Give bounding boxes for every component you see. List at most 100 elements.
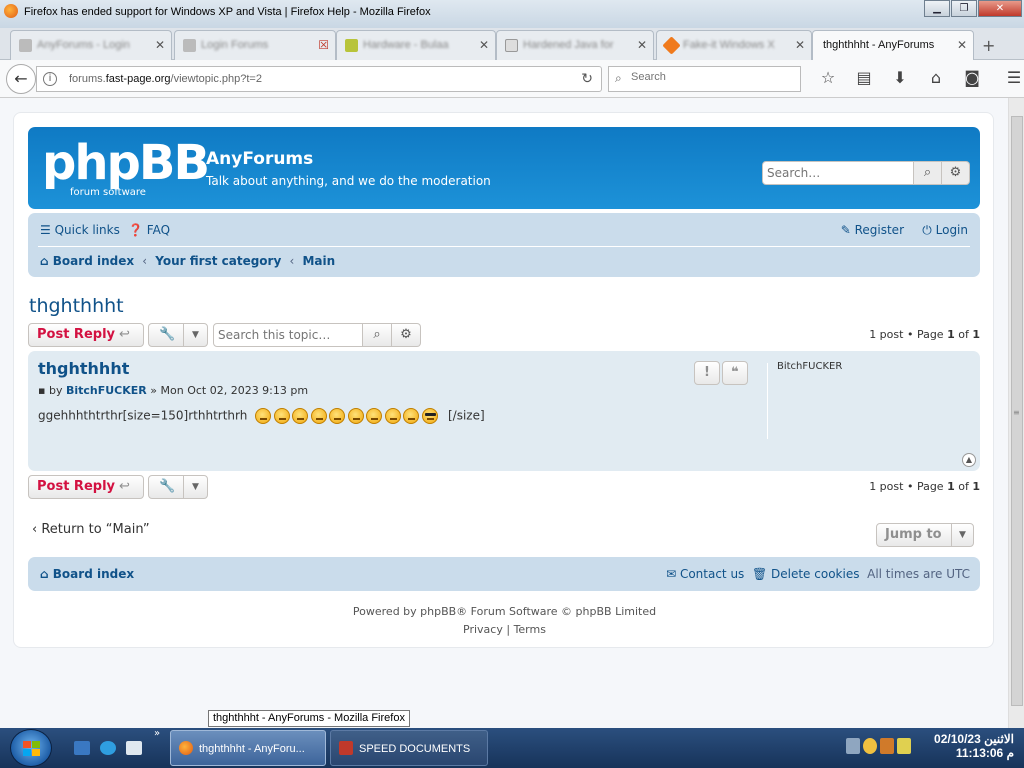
smiley-icon [273, 408, 290, 424]
post-reply-button[interactable]: Post Reply ↩ [28, 475, 144, 499]
post-reply-button[interactable]: Post Reply ↩ [28, 323, 144, 347]
terms-link[interactable]: Terms [514, 623, 546, 636]
post-date: Mon Oct 02, 2023 9:13 pm [160, 384, 309, 397]
browser-tab[interactable]: Fake-it Windows X ✕ [656, 30, 812, 60]
forum-header: phpBB forum software AnyForums Talk abou… [28, 127, 980, 209]
privacy-link[interactable]: Privacy [463, 623, 503, 636]
wrench-icon: 🔧 [159, 327, 176, 342]
topic-search-input[interactable] [213, 323, 363, 347]
nav-block: ☰ Quick links ❓ FAQ ✎ Register ⏻ Login ⌂… [28, 213, 980, 277]
jump-to-dropdown[interactable]: Jump to ▼ [876, 523, 974, 547]
search-button[interactable]: ⌕ [914, 161, 942, 185]
page-scrollbar[interactable]: ≡ [1008, 98, 1024, 728]
taskbar-firefox-window[interactable]: thghthhht - AnyForu... [170, 730, 326, 766]
header-search-input[interactable] [762, 161, 914, 185]
window-controls: ▁ ❐ ✕ [923, 0, 1022, 17]
faq-label: FAQ [146, 223, 171, 237]
browser-tab[interactable]: AnyForums - Login ✕ [10, 30, 172, 60]
menu-hamburger-icon[interactable]: ☰ [996, 68, 1024, 87]
maximize-button[interactable]: ❐ [951, 0, 977, 17]
tab-close-icon[interactable]: ✕ [637, 38, 647, 52]
start-button[interactable] [10, 729, 52, 767]
bookmark-star-icon[interactable]: ☆ [810, 68, 846, 87]
tab-favicon-icon [19, 39, 32, 52]
quick-launch-more-icon[interactable]: » [154, 728, 160, 739]
topic-advanced-search-button[interactable]: ⚙ [392, 323, 421, 347]
breadcrumb-category[interactable]: Your first category [155, 254, 281, 268]
browser-tab[interactable]: Login Forums ☒ [174, 30, 336, 60]
network-icon[interactable] [846, 738, 860, 754]
topic-title[interactable]: thghthhht [29, 295, 124, 317]
breadcrumb-forum[interactable]: Main [302, 254, 335, 268]
quote-icon: ❝ [731, 365, 739, 380]
pagination: 1 post • Page 1 of 1 [869, 480, 980, 493]
download-icon[interactable]: ⬇ [882, 68, 918, 87]
browser-tab[interactable]: Hardened Java for ✕ [496, 30, 654, 60]
tray-tool-icon[interactable] [897, 738, 911, 754]
system-clock[interactable]: الاثنين 02/10/23 11:13:06 م [934, 732, 1014, 760]
return-to-forum-link[interactable]: ‹ Return to “Main” [32, 522, 150, 537]
window-title-bar[interactable]: Firefox has ended support for Windows XP… [0, 0, 1024, 28]
show-desktop-icon[interactable] [74, 741, 90, 755]
page-label: Page [916, 480, 944, 493]
quick-links-menu[interactable]: ☰ Quick links [40, 223, 120, 237]
url-text[interactable]: forums.fast-page.org/viewtopic.php?t=2 [69, 73, 262, 85]
reading-list-icon[interactable]: ▤ [846, 68, 882, 87]
delete-cookies-link[interactable]: 🗑 Delete cookies [752, 567, 860, 581]
quote-button[interactable]: ❝ [722, 361, 748, 385]
faq-link[interactable]: ❓ FAQ [128, 223, 170, 237]
smiley-icon [384, 408, 401, 424]
breadcrumb-board-index[interactable]: Board index [53, 254, 134, 268]
tab-favicon-icon [505, 39, 518, 52]
smiley-icon [329, 408, 346, 424]
search-icon: ⌕ [373, 327, 381, 342]
tab-label: AnyForums - Login [37, 39, 130, 51]
chevron-left-icon: ‹ [142, 254, 148, 268]
link-separator: | [506, 623, 511, 636]
post-author-link[interactable]: BitchFUCKER [66, 384, 147, 397]
browser-search-input[interactable] [631, 71, 791, 83]
login-link[interactable]: ⏻ Login [922, 223, 968, 238]
internet-explorer-icon[interactable] [100, 741, 116, 755]
page-of: of [958, 328, 969, 341]
topic-search-button[interactable]: ⌕ [363, 323, 392, 347]
tab-close-icon[interactable]: ✕ [479, 38, 489, 52]
trash-icon: 🗑 [751, 567, 768, 581]
tray-app-icon[interactable] [863, 738, 877, 754]
reload-icon[interactable]: ↻ [581, 71, 593, 87]
contact-us-link[interactable]: ✉ Contact us [666, 567, 744, 581]
info-icon[interactable]: i [43, 72, 57, 86]
advanced-search-button[interactable]: ⚙ [942, 161, 970, 185]
new-tab-plus-icon[interactable]: + [982, 36, 995, 55]
document-icon[interactable] [126, 741, 142, 755]
browser-tab-active[interactable]: thghthhht - AnyForums ✕ [812, 30, 974, 60]
post-file-icon[interactable]: ▪ [38, 384, 45, 397]
browser-search-field[interactable]: ⌕ [608, 66, 801, 92]
minimize-button[interactable]: ▁ [924, 0, 950, 17]
register-link[interactable]: ✎ Register [841, 223, 904, 237]
home-icon[interactable]: ⌂ [918, 68, 954, 87]
post-title[interactable]: thghthhht [38, 359, 129, 378]
topic-tools-button[interactable]: 🔧 ▼ [148, 323, 208, 347]
back-button[interactable]: ← [6, 64, 36, 94]
phpbb-logo[interactable]: phpBB forum software [42, 137, 210, 198]
tab-close-icon[interactable]: ☒ [318, 38, 329, 52]
back-to-top-icon[interactable]: ▲ [962, 453, 976, 467]
post-author-line: ▪ by BitchFUCKER » Mon Oct 02, 2023 9:13… [38, 384, 309, 397]
edit-icon: ✎ [840, 223, 851, 237]
footer-board-index[interactable]: ⌂ Board index [40, 567, 134, 581]
tab-close-icon[interactable]: ✕ [957, 38, 967, 52]
post-profile-username[interactable]: BitchFUCKER [777, 361, 842, 372]
url-bar[interactable]: i forums.fast-page.org/viewtopic.php?t=2… [36, 66, 602, 92]
browser-tab[interactable]: Hardware - Bulaa ✕ [336, 30, 496, 60]
pocket-icon[interactable]: ◙ [954, 68, 990, 87]
scrollbar-grip-icon: ≡ [1013, 408, 1020, 417]
topic-tools-button[interactable]: 🔧 ▼ [148, 475, 208, 499]
speaker-icon[interactable] [880, 738, 894, 754]
report-button[interactable]: ! [694, 361, 720, 385]
tab-close-icon[interactable]: ✕ [155, 38, 165, 52]
smiley-icon [310, 408, 327, 424]
close-window-button[interactable]: ✕ [978, 0, 1022, 17]
tab-close-icon[interactable]: ✕ [795, 38, 805, 52]
taskbar-speed-documents[interactable]: SPEED DOCUMENTS [330, 730, 488, 766]
